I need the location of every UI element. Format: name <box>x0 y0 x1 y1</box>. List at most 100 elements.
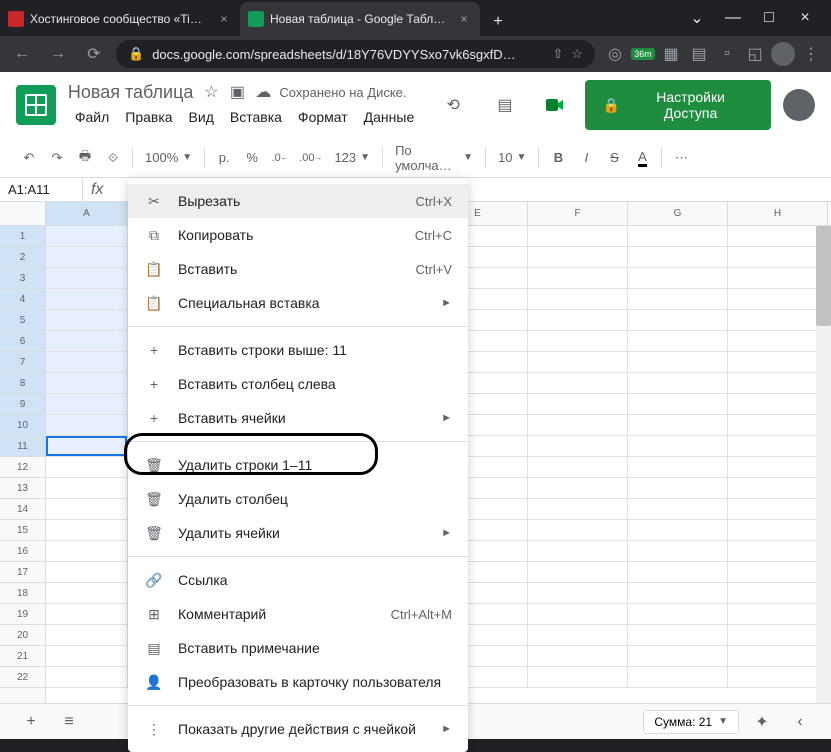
row-header[interactable]: 14 <box>0 499 45 520</box>
column-header[interactable]: F <box>528 202 628 225</box>
cell[interactable] <box>528 562 628 583</box>
menu-insert[interactable]: Вставка <box>223 105 289 129</box>
cell[interactable] <box>628 436 728 457</box>
cell[interactable] <box>628 625 728 646</box>
cell[interactable] <box>628 541 728 562</box>
cell[interactable] <box>628 268 728 289</box>
sheets-logo-icon[interactable] <box>16 85 56 125</box>
close-window-button[interactable]: × <box>791 4 819 32</box>
sum-display[interactable]: Сумма: 21 ▼ <box>643 710 739 734</box>
cell[interactable] <box>46 520 128 541</box>
column-header[interactable]: G <box>628 202 728 225</box>
cell[interactable] <box>728 394 828 415</box>
share-icon[interactable]: ⇧ <box>552 46 563 62</box>
cell[interactable] <box>46 331 128 352</box>
cell[interactable] <box>628 352 728 373</box>
extension-icon[interactable]: 36m <box>631 42 655 66</box>
context-menu-item[interactable]: 📋ВставитьCtrl+V <box>128 252 468 286</box>
share-button[interactable]: 🔒 Настройки Доступа <box>585 80 772 130</box>
cell[interactable] <box>628 289 728 310</box>
cell[interactable] <box>628 646 728 667</box>
comments-icon[interactable]: ▤ <box>485 85 525 125</box>
extension-icon[interactable]: ◱ <box>743 42 767 66</box>
history-icon[interactable]: ⟲ <box>433 85 473 125</box>
meet-icon[interactable] <box>537 87 573 123</box>
context-menu-item[interactable]: +Вставить столбец слева <box>128 367 468 401</box>
cell[interactable] <box>628 562 728 583</box>
cell[interactable] <box>46 457 128 478</box>
cell[interactable] <box>728 541 828 562</box>
name-box[interactable]: A1:A11 <box>0 178 83 201</box>
row-header[interactable]: 11 <box>0 436 45 457</box>
cell[interactable] <box>528 373 628 394</box>
cell[interactable] <box>628 310 728 331</box>
italic-button[interactable]: I <box>573 145 599 171</box>
menu-view[interactable]: Вид <box>182 105 221 129</box>
row-header[interactable]: 6 <box>0 331 45 352</box>
cell[interactable] <box>46 394 128 415</box>
cell[interactable] <box>728 373 828 394</box>
cell[interactable] <box>528 226 628 247</box>
cell[interactable] <box>728 310 828 331</box>
scrollbar-thumb[interactable] <box>816 226 831 326</box>
forward-button[interactable]: → <box>44 40 72 68</box>
cell[interactable] <box>528 478 628 499</box>
cell[interactable] <box>528 457 628 478</box>
explore-button[interactable]: ✦ <box>747 707 777 737</box>
decrease-decimal-button[interactable]: .0← <box>267 145 293 171</box>
cell[interactable] <box>46 247 128 268</box>
document-title[interactable]: Новая таблица <box>68 82 194 103</box>
context-menu-item[interactable]: 🗑Удалить ячейки► <box>128 516 468 550</box>
cell[interactable] <box>728 478 828 499</box>
context-menu-item[interactable]: 🔗Ссылка <box>128 563 468 597</box>
cell[interactable] <box>728 226 828 247</box>
font-size-dropdown[interactable]: 10▼ <box>492 145 532 171</box>
row-header[interactable]: 17 <box>0 562 45 583</box>
star-icon[interactable]: ☆ <box>571 46 583 62</box>
row-header[interactable]: 8 <box>0 373 45 394</box>
cell[interactable] <box>46 625 128 646</box>
column-header[interactable]: A <box>46 202 128 225</box>
move-icon[interactable]: ▣ <box>227 82 247 102</box>
maximize-button[interactable]: □ <box>755 4 783 32</box>
cell[interactable] <box>46 352 128 373</box>
undo-button[interactable]: ↶ <box>16 145 42 171</box>
context-menu-item[interactable]: ✂ВырезатьCtrl+X <box>128 184 468 218</box>
strikethrough-button[interactable]: S <box>601 145 627 171</box>
select-all-cell[interactable] <box>0 202 45 226</box>
cell[interactable] <box>528 415 628 436</box>
cell[interactable] <box>46 415 128 436</box>
cell[interactable] <box>728 562 828 583</box>
cell[interactable] <box>728 247 828 268</box>
extension-icon[interactable]: ▫ <box>715 42 739 66</box>
close-icon[interactable]: × <box>216 11 232 27</box>
menu-file[interactable]: Файл <box>68 105 116 129</box>
cell[interactable] <box>628 373 728 394</box>
row-header[interactable]: 5 <box>0 310 45 331</box>
cell[interactable] <box>528 247 628 268</box>
number-format-dropdown[interactable]: 123▼ <box>328 145 376 171</box>
cell[interactable] <box>728 436 828 457</box>
extension-icon[interactable]: ▤ <box>687 42 711 66</box>
cloud-icon[interactable]: ☁ <box>253 82 273 102</box>
cell[interactable] <box>728 457 828 478</box>
cell[interactable] <box>528 646 628 667</box>
row-header[interactable]: 7 <box>0 352 45 373</box>
row-header[interactable]: 13 <box>0 478 45 499</box>
cell[interactable] <box>528 604 628 625</box>
cell[interactable] <box>528 520 628 541</box>
cell[interactable] <box>728 604 828 625</box>
cell[interactable] <box>528 625 628 646</box>
cell[interactable] <box>46 646 128 667</box>
add-sheet-button[interactable]: + <box>16 707 46 737</box>
cell[interactable] <box>628 394 728 415</box>
context-menu-item[interactable]: +Вставить строки выше: 11 <box>128 333 468 367</box>
cell[interactable] <box>528 394 628 415</box>
text-color-button[interactable]: A <box>629 145 655 171</box>
chevron-down-icon[interactable]: ⌄ <box>683 4 711 32</box>
profile-avatar[interactable] <box>771 42 795 66</box>
cell[interactable] <box>628 457 728 478</box>
cell[interactable] <box>528 289 628 310</box>
more-tools-button[interactable]: ⋯ <box>668 145 694 171</box>
back-button[interactable]: ← <box>8 40 36 68</box>
